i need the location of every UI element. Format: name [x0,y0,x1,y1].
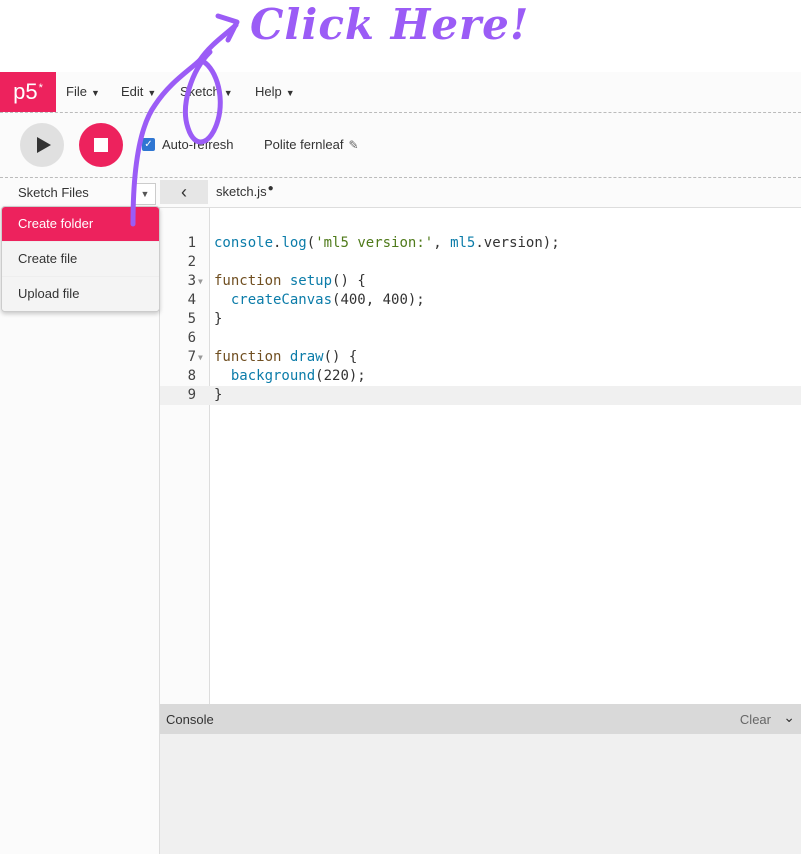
code-line[interactable]: 4 createCanvas(400, 400); [160,291,801,310]
stop-icon [94,138,108,152]
play-icon [36,137,51,153]
create-file-option[interactable]: Create file [2,242,159,277]
unsaved-indicator: ● [267,183,274,194]
code-editor[interactable]: 1 console.log('ml5 version:', ml5.versio… [160,207,801,705]
menu-edit[interactable]: Edit ▼ [121,84,156,99]
line-number: 4 [187,292,196,308]
collapse-sidebar-button[interactable]: ‹ [160,180,208,204]
line-number: 2 [187,254,196,270]
sketch-name[interactable]: Polite fernleaf ✎ [264,137,359,152]
code-text: function draw() { [214,349,358,365]
line-number: 9 [187,387,196,403]
pencil-icon[interactable]: ✎ [349,138,359,152]
p5-logo[interactable]: p5 * [0,72,56,112]
code-line[interactable]: 1 console.log('ml5 version:', ml5.versio… [160,234,801,253]
menu-help-label: Help [255,84,282,99]
code-line[interactable]: 3 ▼ function setup() { [160,272,801,291]
code-line[interactable]: 2 [160,253,801,272]
code-line[interactable]: 5 } [160,310,801,329]
chevron-down-icon[interactable]: ⌄ [783,709,795,726]
annotation-area: Click Here! [0,0,801,72]
sketch-files-title: Sketch Files [18,185,89,200]
code-text: } [214,311,223,327]
code-line-active[interactable]: 9 } [160,386,801,405]
code-text: } [214,387,223,403]
line-number: 3 [187,273,196,289]
code-text: console.log('ml5 version:', ml5.version)… [214,235,560,251]
code-text: createCanvas(400, 400); [230,292,425,308]
fold-icon[interactable]: ▼ [198,272,203,291]
console-output [160,734,801,854]
stop-button[interactable] [79,123,123,167]
line-number: 5 [187,311,196,327]
code-line[interactable]: 7 ▼ function draw() { [160,348,801,367]
caret-down-icon: ▼ [90,88,100,98]
code-text: function setup() { [214,273,366,289]
line-number: 1 [187,235,196,251]
sketch-files-header: Sketch Files ▼ [0,178,158,206]
line-number: 8 [187,368,196,384]
menubar: p5 * File ▼ Edit ▼ Sketch ▼ Help ▼ [0,72,801,113]
code-text: background(220); [230,368,366,384]
caret-down-icon: ▼ [223,88,233,98]
menu-edit-label: Edit [121,84,144,99]
auto-refresh-checkbox[interactable]: ✓ [142,138,155,151]
auto-refresh-toggle[interactable]: ✓ Auto-refresh [142,137,234,152]
menu-sketch[interactable]: Sketch ▼ [180,84,233,99]
menu-file[interactable]: File ▼ [66,84,100,99]
logo-asterisk: * [38,82,43,94]
click-here-annotation: Click Here! [250,0,530,49]
console-header: Console Clear ⌄ [160,704,801,734]
menu-sketch-label: Sketch [180,84,220,99]
code-line[interactable]: 8 background(220); [160,367,801,386]
sketch-files-dropdown: Create folder Create file Upload file [1,206,160,312]
caret-down-icon: ▼ [147,88,157,98]
chevron-left-icon: ‹ [181,181,187,202]
menu-file-label: File [66,84,87,99]
line-number: 7 [187,349,196,365]
toolbar: ✓ Auto-refresh Polite fernleaf ✎ [0,113,801,178]
menu-help[interactable]: Help ▼ [255,84,295,99]
upload-file-option[interactable]: Upload file [2,277,159,311]
caret-down-icon: ▼ [285,88,295,98]
sketch-name-text: Polite fernleaf [264,137,344,152]
create-folder-option[interactable]: Create folder [2,207,159,242]
auto-refresh-label: Auto-refresh [162,137,234,152]
code-line[interactable]: 6 [160,329,801,348]
logo-text: p5 [13,79,38,104]
file-tab-name: sketch.js [216,184,267,199]
file-tab[interactable]: sketch.js● [216,183,274,199]
console-title: Console [166,712,214,727]
console-clear-button[interactable]: Clear [740,712,771,727]
sketch-files-menu-toggle[interactable]: ▼ [134,183,156,205]
fold-icon[interactable]: ▼ [198,348,203,367]
line-number: 6 [187,330,196,346]
play-button[interactable] [20,123,64,167]
